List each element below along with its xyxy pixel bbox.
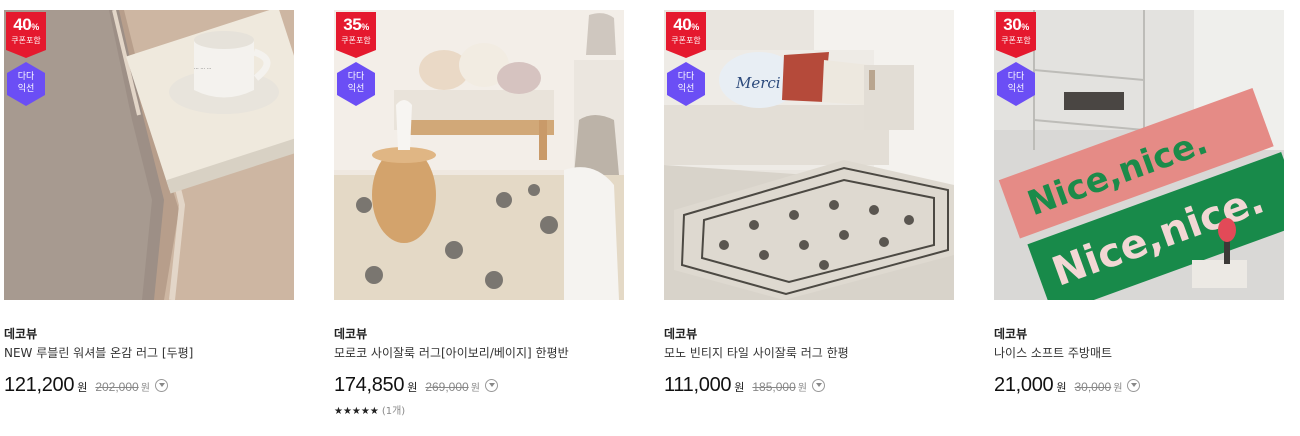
original-price-unit: 원 — [140, 383, 150, 394]
coupon-label: 쿠폰포함 — [1001, 36, 1031, 45]
price-row: 174,850 원 269,000 원 — [334, 374, 498, 400]
coupon-label: 쿠폰포함 — [671, 36, 701, 45]
product-card[interactable]: ··· ··· ··· 40% 쿠폰포함 다다익선 — [4, 10, 296, 300]
product-name[interactable]: 나이스 소프트 주방매트 — [994, 344, 1112, 361]
discount-badge: 35% 쿠폰포함 — [336, 12, 380, 58]
product-card[interactable]: Merci 40% 쿠폰포함 다다 익선 — [664, 10, 956, 300]
discount-badge: 30% 쿠폰포함 — [996, 12, 1040, 58]
product-card[interactable]: 35% 쿠폰포함 다다익선 — [334, 10, 626, 300]
discount-value: 40 — [13, 15, 32, 34]
brand-name[interactable]: 데코뷰 — [994, 325, 1027, 342]
discount-unit: % — [1021, 22, 1029, 32]
original-price-unit: 원 — [470, 383, 480, 394]
discount-value: 40 — [673, 15, 692, 34]
price-unit: 원 — [734, 381, 745, 394]
discount-value: 35 — [343, 15, 362, 34]
price-info-icon[interactable] — [154, 379, 168, 392]
price-row: 121,200 원 202,000 원 — [4, 374, 168, 400]
discount-badge: 40% 쿠폰포함 — [666, 12, 710, 58]
product-image[interactable]: ··· ··· ··· 40% 쿠폰포함 다다익선 — [4, 10, 294, 300]
product-name[interactable]: NEW 루블린 워셔블 온감 러그 [두평] — [4, 344, 193, 361]
dada-line2: 익선 — [17, 84, 35, 94]
star-rating-icon: ★★★★★ — [334, 406, 379, 417]
discount-unit: % — [31, 22, 39, 32]
coupon-label: 쿠폰포함 — [341, 36, 371, 45]
discount-unit: % — [361, 22, 369, 32]
product-grid: ··· ··· ··· 40% 쿠폰포함 다다익선 데코뷰 NEW 루블린 워셔… — [0, 0, 1300, 436]
price-unit: 원 — [1056, 381, 1067, 394]
discount-badge: 40% 쿠폰포함 — [6, 12, 50, 58]
sale-price: 111,000 — [664, 374, 732, 396]
discount-unit: % — [691, 22, 699, 32]
product-name[interactable]: 모노 빈티지 타일 사이잘룩 러그 한평 — [664, 344, 849, 361]
dada-line1: 다다 — [17, 72, 35, 82]
rating: ★★★★★ (1개) — [334, 402, 405, 417]
dada-badge: 다다익선 — [667, 62, 705, 106]
sale-price: 21,000 — [994, 374, 1054, 396]
product-image[interactable]: Merci 40% 쿠폰포함 다다 익선 — [664, 10, 954, 300]
original-price-unit: 원 — [797, 383, 807, 394]
discount-value: 30 — [1003, 15, 1022, 34]
price-info-icon[interactable] — [484, 379, 498, 392]
pillow-text: Merci — [735, 74, 781, 92]
product-card[interactable]: Nice,nice. Nice,nice. 30% 쿠폰포함 다다 익선 — [994, 10, 1286, 300]
dada-line2: 익선 — [1007, 84, 1025, 94]
dada-line2: 익선 — [677, 84, 695, 94]
price-row: 111,000 원 185,000 원 — [664, 374, 825, 400]
dada-line2: 익선 — [347, 84, 365, 94]
original-price: 30,000 — [1074, 380, 1112, 394]
product-image[interactable]: Nice,nice. Nice,nice. 30% 쿠폰포함 다다 익선 — [994, 10, 1284, 300]
brand-name[interactable]: 데코뷰 — [4, 325, 37, 342]
dada-badge: 다다익선 — [997, 62, 1035, 106]
dada-line1: 다다 — [677, 72, 695, 82]
brand-name[interactable]: 데코뷰 — [334, 325, 367, 342]
brand-name[interactable]: 데코뷰 — [664, 325, 697, 342]
price-row: 21,000 원 30,000 원 — [994, 374, 1141, 400]
product-image[interactable]: 35% 쿠폰포함 다다익선 — [334, 10, 624, 300]
sale-price: 174,850 — [334, 374, 405, 396]
original-price: 185,000 — [752, 380, 796, 394]
dada-line1: 다다 — [1007, 72, 1025, 82]
dada-badge: 다다익선 — [337, 62, 375, 106]
original-price-unit: 원 — [1113, 383, 1123, 394]
price-unit: 원 — [77, 381, 88, 394]
original-price: 202,000 — [95, 380, 139, 394]
product-name[interactable]: 모로코 사이잘룩 러그[아이보리/베이지] 한평반 — [334, 344, 569, 361]
dada-badge: 다다익선 — [7, 62, 45, 106]
dada-line1: 다다 — [347, 72, 365, 82]
price-unit: 원 — [407, 381, 418, 394]
sale-price: 121,200 — [4, 374, 75, 396]
price-info-icon[interactable] — [811, 379, 825, 392]
original-price: 269,000 — [425, 380, 469, 394]
review-count[interactable]: (1개) — [382, 406, 405, 417]
svg-text:··· ··· ···: ··· ··· ··· — [194, 66, 212, 72]
price-info-icon[interactable] — [1127, 379, 1141, 392]
coupon-label: 쿠폰포함 — [11, 36, 41, 45]
